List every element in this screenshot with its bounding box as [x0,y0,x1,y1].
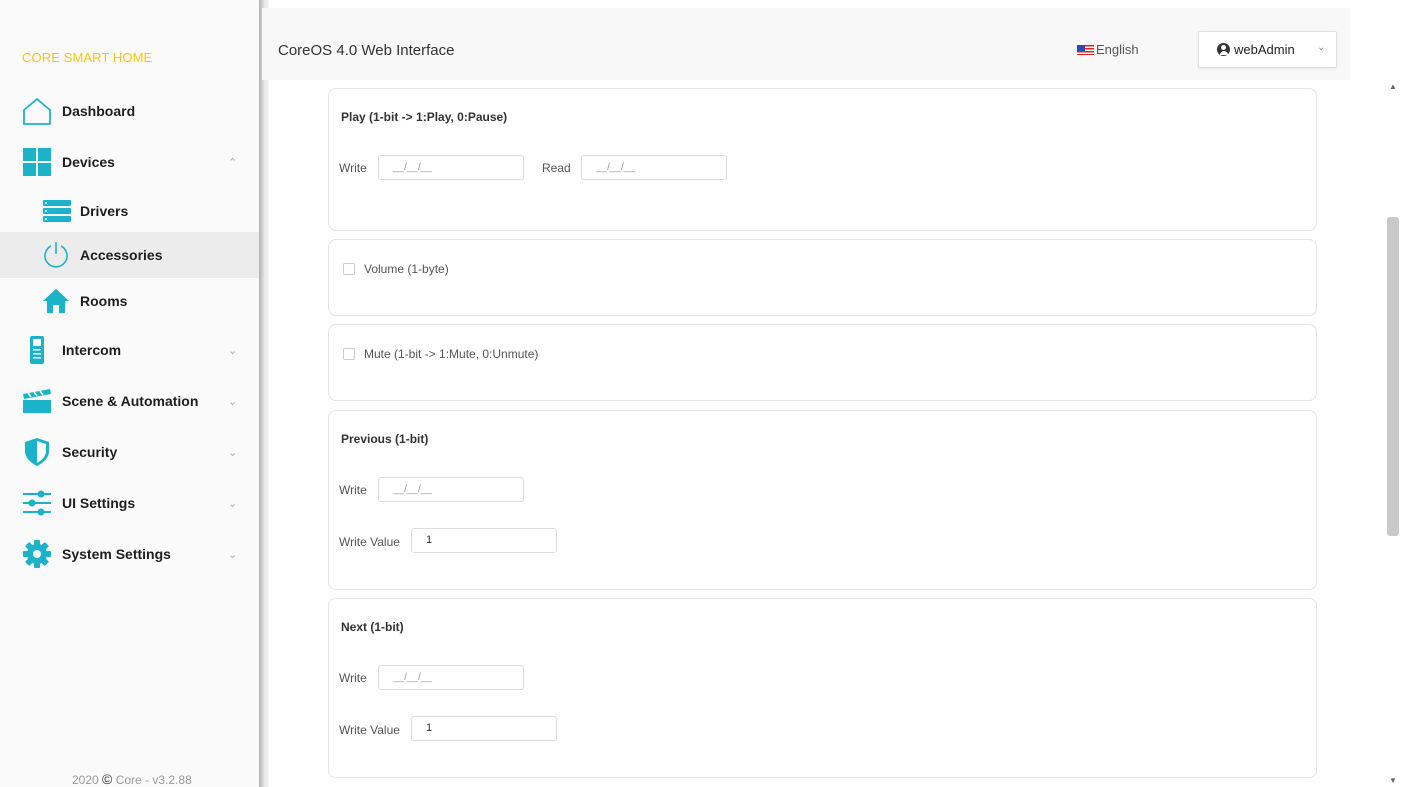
footer-year: 2020 [72,773,99,787]
card-title: Previous (1-bit) [341,432,429,446]
volume-label: Volume (1-byte) [364,262,449,276]
sidebar-item-label: Accessories [80,247,163,263]
chevron-down-icon: ⌄ [228,395,238,408]
sidebar-item-intercom[interactable]: Intercom ⌄ [0,327,259,373]
chevron-up-icon: ⌃ [228,156,238,169]
sidebar-item-label: Scene & Automation [62,393,199,409]
next-card: Next (1-bit) Write __/__/__ Write Value … [328,598,1317,778]
sidebar-item-label: System Settings [62,546,171,562]
volume-checkbox-row[interactable]: Volume (1-byte) [343,262,449,276]
previous-card: Previous (1-bit) Write __/__/__ Write Va… [328,410,1317,590]
sidebar-item-system-settings[interactable]: System Settings ⌄ [0,531,259,577]
mute-checkbox-row[interactable]: Mute (1-bit -> 1:Mute, 0:Unmute) [343,347,538,361]
us-flag-icon [1077,44,1094,55]
sidebar-item-label: Devices [62,154,115,170]
sidebar: CORE SMART HOME Dashboard Devices ⌃ Driv… [0,0,259,787]
sliders-icon [22,489,52,517]
write-label: Write [339,483,367,497]
chevron-down-icon: ⌄ [228,497,238,510]
sidebar-item-rooms[interactable]: Rooms [0,278,259,324]
sidebar-item-label: Security [62,444,118,460]
user-menu-button[interactable]: webAdmin ⌄ [1198,31,1337,68]
copyright-icon: © [102,771,113,787]
sidebar-item-label: Rooms [80,293,128,309]
devices-grid-icon [22,147,52,177]
previous-write-value-input[interactable]: 1 [411,528,557,553]
sidebar-item-accessories[interactable]: Accessories [0,232,259,278]
sidebar-item-label: Intercom [62,342,122,358]
mute-card: Mute (1-bit -> 1:Mute, 0:Unmute) [328,324,1317,401]
volume-checkbox[interactable] [343,263,355,275]
next-write-value-input[interactable]: 1 [411,716,557,741]
user-circle-icon [1217,43,1230,56]
language-selector[interactable]: English [1077,42,1139,57]
brand-label: CORE SMART HOME [22,50,153,65]
footer-version: Core - v3.2.88 [115,773,192,787]
drivers-list-icon [42,198,72,224]
shield-icon [24,437,50,467]
footer: 2020 © Core - v3.2.88 [72,771,192,787]
next-write-input[interactable]: __/__/__ [378,665,524,690]
play-write-input[interactable]: __/__/__ [378,155,524,180]
volume-card: Volume (1-byte) [328,239,1317,316]
sidebar-item-label: UI Settings [62,495,136,511]
chevron-down-icon: ⌄ [228,548,238,561]
mute-checkbox[interactable] [343,348,355,360]
clapperboard-icon [22,388,52,414]
sidebar-item-label: Drivers [80,203,129,219]
scroll-up-arrow[interactable]: ▲ [1389,82,1397,91]
mute-label: Mute (1-bit -> 1:Mute, 0:Unmute) [364,347,539,361]
intercom-icon [28,335,46,365]
chevron-down-icon: ⌄ [1317,42,1326,53]
power-icon [42,241,70,269]
gear-icon [22,539,52,569]
write-value-label: Write Value [339,535,400,549]
read-label: Read [542,161,571,175]
sidebar-item-label: Dashboard [62,103,136,119]
write-value-label: Write Value [339,723,400,737]
sidebar-item-dashboard[interactable]: Dashboard [0,88,259,134]
house-icon [22,96,52,126]
chevron-down-icon: ⌄ [228,344,238,357]
write-label: Write [339,161,367,175]
sidebar-item-devices[interactable]: Devices ⌃ [0,139,259,185]
room-house-icon [42,288,70,314]
write-label: Write [339,671,367,685]
card-title: Play (1-bit -> 1:Play, 0:Pause) [341,110,508,124]
play-card: Play (1-bit -> 1:Play, 0:Pause) Write __… [328,88,1317,231]
sidebar-item-drivers[interactable]: Drivers [0,188,259,234]
page-title: CoreOS 4.0 Web Interface [278,42,455,59]
user-name: webAdmin [1234,42,1295,57]
language-label: English [1096,42,1139,57]
card-title: Next (1-bit) [341,620,404,634]
play-read-input[interactable]: __/__/__ [581,155,727,180]
previous-write-input[interactable]: __/__/__ [378,477,524,502]
sidebar-item-security[interactable]: Security ⌄ [0,429,259,475]
scrollbar-thumb[interactable] [1387,217,1399,536]
sidebar-shadow [259,0,269,787]
sidebar-item-scene-automation[interactable]: Scene & Automation ⌄ [0,378,259,424]
chevron-down-icon: ⌄ [228,446,238,459]
sidebar-item-ui-settings[interactable]: UI Settings ⌄ [0,480,259,526]
scroll-down-arrow[interactable]: ▼ [1389,776,1397,785]
